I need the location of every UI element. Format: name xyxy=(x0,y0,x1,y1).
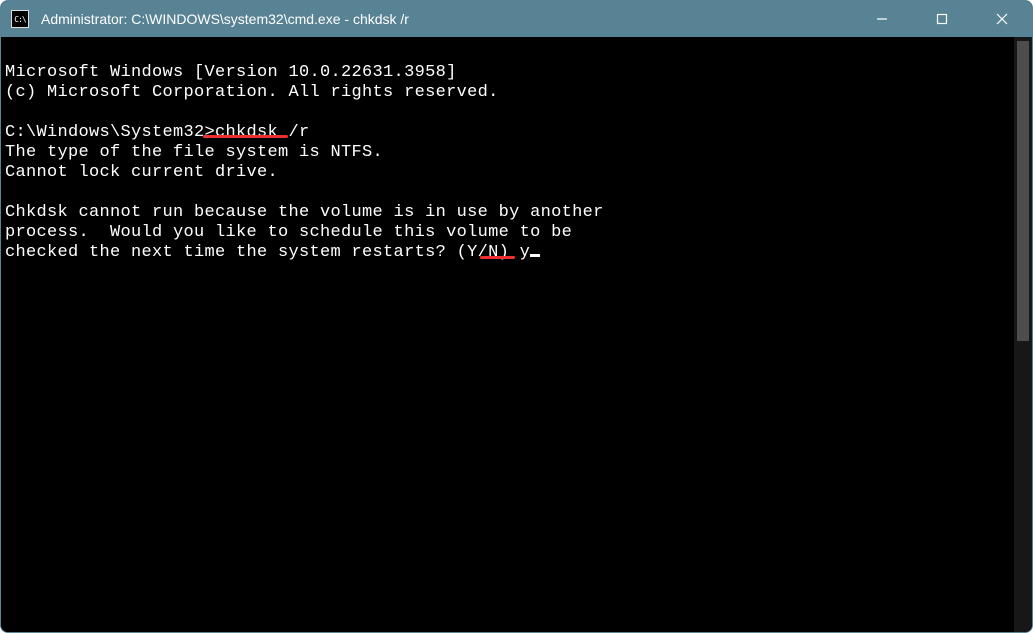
minimize-icon xyxy=(876,13,888,25)
titlebar[interactable]: C:\ Administrator: C:\WINDOWS\system32\c… xyxy=(1,1,1032,37)
minimize-button[interactable] xyxy=(852,1,912,37)
output-line: Cannot lock current drive. xyxy=(5,163,1014,183)
user-input: y xyxy=(520,243,531,262)
cmd-icon: C:\ xyxy=(11,10,29,28)
text-cursor xyxy=(530,254,540,257)
output-line xyxy=(5,183,1014,203)
output-line: process. Would you like to schedule this… xyxy=(5,223,1014,243)
annotation-underline xyxy=(203,135,288,138)
output-line: C:\Windows\System32>chkdsk /r xyxy=(5,123,1014,143)
output-line: checked the next time the system restart… xyxy=(5,243,1014,263)
console-body: Microsoft Windows [Version 10.0.22631.39… xyxy=(1,37,1032,632)
command-text: chkdsk /r xyxy=(215,123,310,142)
output-line: The type of the file system is NTFS. xyxy=(5,143,1014,163)
vertical-scrollbar[interactable] xyxy=(1014,37,1032,632)
maximize-icon xyxy=(936,13,948,25)
output-line: Chkdsk cannot run because the volume is … xyxy=(5,203,1014,223)
prompt-text: C:\Windows\System32> xyxy=(5,123,215,142)
close-button[interactable] xyxy=(972,1,1032,37)
close-icon xyxy=(996,13,1008,25)
annotation-underline xyxy=(480,256,515,259)
output-line: (c) Microsoft Corporation. All rights re… xyxy=(5,83,1014,103)
output-line xyxy=(5,103,1014,123)
window-title: Administrator: C:\WINDOWS\system32\cmd.e… xyxy=(41,11,852,27)
maximize-button[interactable] xyxy=(912,1,972,37)
scrollbar-thumb[interactable] xyxy=(1017,41,1029,341)
console-output[interactable]: Microsoft Windows [Version 10.0.22631.39… xyxy=(1,37,1014,632)
window-controls xyxy=(852,1,1032,37)
prompt-question: checked the next time the system restart… xyxy=(5,243,520,262)
output-line: Microsoft Windows [Version 10.0.22631.39… xyxy=(5,63,1014,83)
cmd-window: C:\ Administrator: C:\WINDOWS\system32\c… xyxy=(0,0,1033,633)
